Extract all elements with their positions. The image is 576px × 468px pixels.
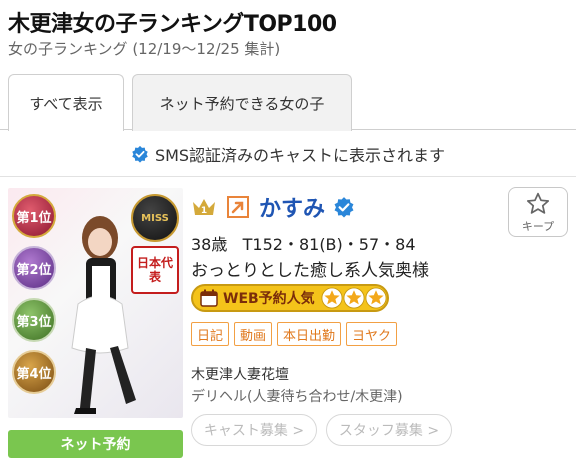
rank-1-crown-icon: 1 [193,199,215,216]
keep-button[interactable]: キープ [508,187,568,237]
cast-info: 1 かすみ [191,188,501,226]
cast-recruit-button[interactable]: キャスト募集 > [191,414,317,446]
calendar-icon [200,289,218,307]
page-subtitle: 女の子ランキング (12/19〜12/25 集計) [8,40,281,58]
sms-notice: SMS認証済みのキャストに表示されます [0,131,576,177]
rank-badge-1: 第1位 [12,194,56,238]
svg-text:1: 1 [201,206,207,216]
star-outline-icon [526,192,550,214]
cast-figure-image [71,216,136,414]
verified-check-icon [132,145,148,163]
tag-video[interactable]: 動画 [234,322,273,346]
star-icon [365,287,387,309]
cast-tags: 日記 動画 本日出勤 ヨヤク [191,322,402,346]
tag-diary[interactable]: 日記 [191,322,230,346]
cast-card[interactable]: 第1位 第2位 第3位 第4位 MISS 日本代表 ネット予約 1 かすみ 38… [0,178,576,468]
web-badge-label: WEB予約人気 [223,291,315,307]
japan-representative-badge: 日本代表 [131,246,179,294]
tag-reserve[interactable]: ヨヤク [346,322,398,346]
net-reserve-button[interactable]: ネット予約 [8,430,183,458]
shop-type: デリヘル(人妻待ち合わせ/木更津) [191,389,403,405]
miss-award-badge: MISS [131,194,179,242]
tab-net-reservation[interactable]: ネット予約できる女の子 [132,74,352,131]
tag-working-today[interactable]: 本日出勤 [277,322,342,346]
web-badge-stars [321,287,387,309]
web-reservation-popularity-badge: WEB予約人気 [191,284,389,312]
rank-badge-2: 第2位 [12,246,56,290]
cast-specs: 38歳 T152・81(B)・57・84 [191,231,416,255]
trend-up-arrow-icon [227,196,249,218]
verified-badge-icon [334,197,354,218]
staff-recruit-button[interactable]: スタッフ募集 > [326,414,452,446]
page-title: 木更津女の子ランキングTOP100 [8,12,337,37]
shop-name[interactable]: 木更津人妻花壇 [191,364,289,384]
rank-badge-4: 第4位 [12,350,56,394]
tab-all[interactable]: すべて表示 [8,74,124,131]
cast-name[interactable]: かすみ [259,191,325,223]
keep-label: キープ [521,219,555,233]
name-row: 1 かすみ [191,188,501,226]
star-icon [343,287,365,309]
cast-age: 38歳 [191,235,228,254]
cast-measurements: T152・81(B)・57・84 [242,235,416,254]
sms-notice-text: SMS認証済みのキャストに表示されます [154,145,446,165]
tab-bar: すべて表示 ネット予約できる女の子 [0,72,576,131]
rank-badge-3: 第3位 [12,298,56,342]
cast-photo[interactable]: 第1位 第2位 第3位 第4位 MISS 日本代表 [8,188,183,418]
rank-badges: 第1位 第2位 第3位 第4位 [8,188,60,418]
cast-catchphrase: おっとりとした癒し系人気奥様 [191,261,429,281]
star-icon [321,287,343,309]
